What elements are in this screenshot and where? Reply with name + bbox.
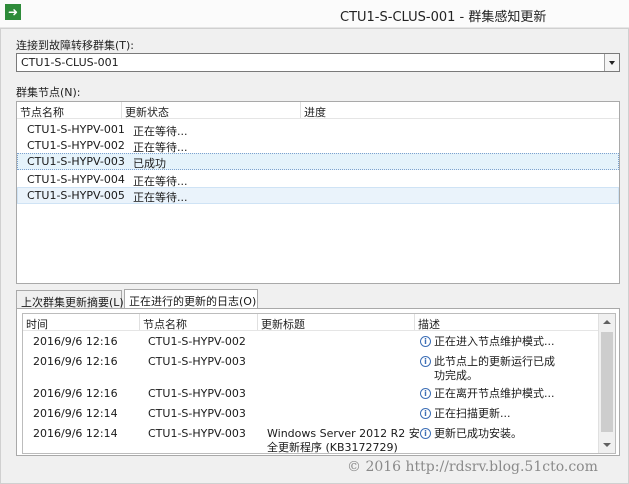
watermark: © 2016 http://rdsrv.blog.51cto.com	[347, 459, 598, 475]
node-name: CTU1-S-HYPV-003	[27, 155, 125, 168]
column-divider[interactable]	[139, 314, 140, 330]
window-title: CTU1-S-CLUS-001 - 群集感知更新	[340, 10, 547, 25]
update-log-list[interactable]: 时间 节点名称 更新标题 描述 2016/9/6 12:16 CTU1-S-HY…	[22, 313, 616, 454]
log-node: CTU1-S-HYPV-003	[148, 387, 246, 400]
node-row[interactable]: CTU1-S-HYPV-001 正在等待...	[17, 121, 619, 138]
node-status: 正在等待...	[133, 191, 188, 204]
scroll-up-icon[interactable]	[603, 320, 611, 324]
log-row[interactable]: 2016/9/6 12:14 CTU1-S-HYPV-003 i 正在扫描更新.…	[23, 404, 598, 424]
info-icon: i	[420, 336, 431, 347]
node-name: CTU1-S-HYPV-002	[27, 139, 125, 152]
log-header: 时间 节点名称 更新标题 描述	[23, 314, 598, 331]
nodes-label: 群集节点(N):	[16, 86, 81, 99]
log-node: CTU1-S-HYPV-002	[148, 335, 246, 348]
node-row[interactable]: CTU1-S-HYPV-004 正在等待...	[17, 171, 619, 188]
tab-last-update-summary[interactable]: 上次群集更新摘要(L)	[16, 290, 124, 309]
cluster-nodes-list[interactable]: 节点名称 更新状态 进度 CTU1-S-HYPV-001 正在等待... CTU…	[16, 101, 620, 284]
log-description: 此节点上的更新运行已成功完成。	[434, 355, 555, 382]
node-status: 已成功	[133, 157, 166, 170]
nodes-header: 节点名称 更新状态 进度	[17, 102, 619, 119]
node-row[interactable]: CTU1-S-HYPV-005 正在等待...	[17, 187, 619, 204]
title-bar: ➜ CTU1-S-CLUS-001 - 群集感知更新	[0, 0, 629, 28]
chevron-down-icon[interactable]	[604, 54, 619, 71]
log-node: CTU1-S-HYPV-003	[148, 407, 246, 420]
info-icon: i	[420, 356, 431, 367]
node-row[interactable]: CTU1-S-HYPV-002 正在等待...	[17, 137, 619, 154]
info-icon: i	[420, 388, 431, 399]
column-header-update-status[interactable]: 更新状态	[125, 104, 169, 120]
column-divider[interactable]	[300, 102, 301, 118]
column-header-node-name[interactable]: 节点名称	[20, 104, 64, 120]
log-row[interactable]: 2016/9/6 12:16 CTU1-S-HYPV-003 i 此节点上的更新…	[23, 353, 598, 384]
node-row-selected[interactable]: CTU1-S-HYPV-003 已成功	[17, 153, 619, 170]
log-time: 2016/9/6 12:16	[33, 387, 118, 400]
log-scrollbar[interactable]	[598, 314, 615, 453]
column-header-description[interactable]: 描述	[418, 316, 440, 332]
node-name: CTU1-S-HYPV-001	[27, 123, 125, 136]
info-icon: i	[420, 428, 431, 439]
column-divider[interactable]	[414, 314, 415, 330]
log-node: CTU1-S-HYPV-003	[148, 355, 246, 368]
update-log-panel: 时间 节点名称 更新标题 描述 2016/9/6 12:16 CTU1-S-HY…	[16, 308, 620, 456]
log-update-title-line2: 全更新程序 (KB3172729)	[267, 441, 398, 454]
info-icon: i	[420, 408, 431, 419]
scroll-down-icon[interactable]	[603, 443, 611, 447]
cluster-combobox[interactable]: CTU1-S-CLUS-001	[16, 53, 620, 72]
log-update-title-line1: Windows Server 2012 R2 安	[267, 427, 420, 440]
connect-label: 连接到故障转移群集(T):	[16, 39, 135, 52]
log-time: 2016/9/6 12:16	[33, 335, 118, 348]
column-header-time[interactable]: 时间	[26, 316, 48, 332]
log-row[interactable]: 2016/9/6 12:14 CTU1-S-HYPV-003 Windows S…	[23, 424, 598, 454]
log-row[interactable]: 2016/9/6 12:16 CTU1-S-HYPV-002 i 正在进入节点维…	[23, 333, 598, 353]
column-header-node-name[interactable]: 节点名称	[143, 316, 187, 332]
log-description: 正在离开节点维护模式...	[434, 387, 555, 400]
log-description: 正在进入节点维护模式...	[434, 335, 555, 348]
column-divider[interactable]	[257, 314, 258, 330]
log-node: CTU1-S-HYPV-003	[148, 427, 246, 440]
log-time: 2016/9/6 12:14	[33, 427, 118, 440]
node-name: CTU1-S-HYPV-004	[27, 173, 125, 186]
tab-update-log[interactable]: 正在进行的更新的日志(O)	[124, 289, 258, 309]
column-header-progress[interactable]: 进度	[304, 104, 326, 120]
log-description: 更新已成功安装。	[434, 427, 522, 440]
log-row[interactable]: 2016/9/6 12:16 CTU1-S-HYPV-003 i 正在离开节点维…	[23, 384, 598, 404]
arrow-right-icon: ➜	[5, 4, 21, 20]
log-time: 2016/9/6 12:16	[33, 355, 118, 368]
log-time: 2016/9/6 12:14	[33, 407, 118, 420]
cluster-combobox-value: CTU1-S-CLUS-001	[21, 56, 119, 69]
log-description: 正在扫描更新...	[434, 407, 511, 420]
column-divider[interactable]	[121, 102, 122, 118]
column-header-update-title[interactable]: 更新标题	[261, 316, 305, 332]
scroll-thumb[interactable]	[601, 332, 613, 432]
node-name: CTU1-S-HYPV-005	[27, 189, 125, 202]
